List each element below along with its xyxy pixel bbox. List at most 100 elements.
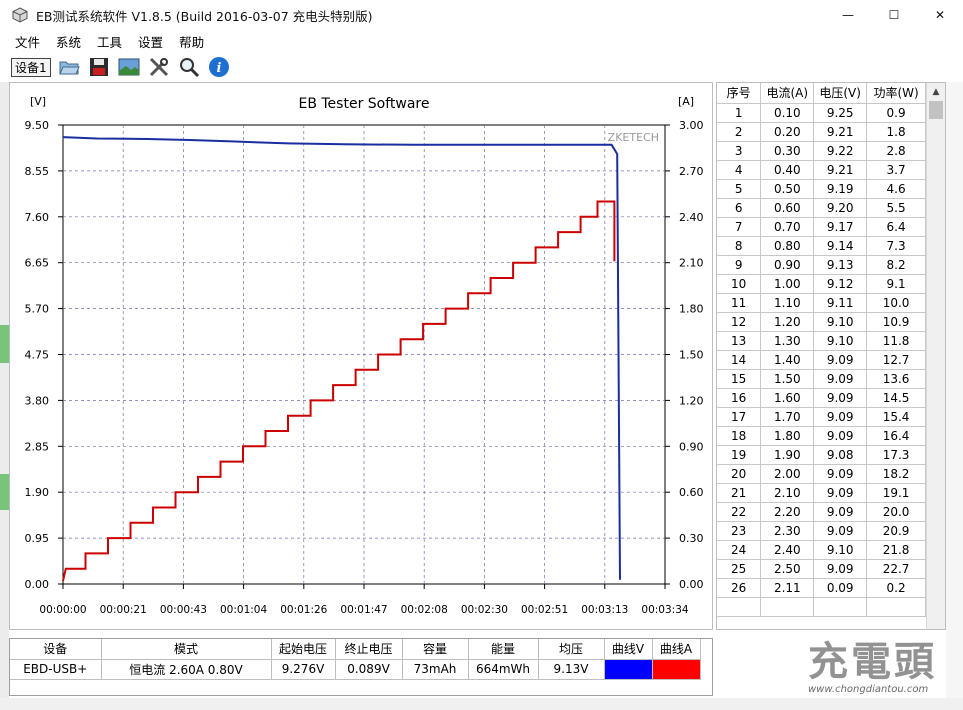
table-row[interactable]: 22 2.20 9.09 20.0 bbox=[717, 502, 926, 522]
x-tick-label: 00:02:30 bbox=[461, 604, 508, 616]
y-right-tick-label: 2.40 bbox=[679, 211, 704, 224]
cell-current: 0.20 bbox=[760, 122, 815, 142]
cell-index: 1 bbox=[717, 103, 762, 123]
cell-current: 0.80 bbox=[760, 236, 815, 256]
summary-header-avg-voltage: 均压 bbox=[538, 639, 605, 660]
watermark-logo: 充電頭 www.chongdiantou.com bbox=[808, 640, 958, 700]
table-row[interactable]: 18 1.80 9.09 16.4 bbox=[717, 426, 926, 446]
image-icon[interactable] bbox=[117, 55, 141, 79]
zoom-icon[interactable] bbox=[177, 55, 201, 79]
cell-power: 19.1 bbox=[866, 483, 926, 503]
table-row[interactable]: 2 0.20 9.21 1.8 bbox=[717, 122, 926, 142]
cell-voltage: 9.09 bbox=[813, 559, 868, 579]
cell-current: 1.00 bbox=[760, 274, 815, 294]
cell-power: 1.8 bbox=[866, 122, 926, 142]
toolbar: 设备1 i bbox=[0, 52, 963, 82]
cell-current: 2.30 bbox=[760, 521, 815, 541]
summary-start-voltage: 9.276V bbox=[271, 659, 336, 680]
table-row[interactable]: 16 1.60 9.09 14.5 bbox=[717, 388, 926, 408]
y-right-tick-label: 2.70 bbox=[679, 165, 704, 178]
close-button[interactable]: ✕ bbox=[917, 0, 963, 30]
left-edge-strip bbox=[0, 82, 9, 710]
y-right-tick-label: 0.30 bbox=[679, 532, 704, 545]
table-row[interactable]: 1 0.10 9.25 0.9 bbox=[717, 103, 926, 123]
cell-current: 1.90 bbox=[760, 445, 815, 465]
scroll-thumb[interactable] bbox=[929, 101, 943, 119]
table-row[interactable]: 14 1.40 9.09 12.7 bbox=[717, 350, 926, 370]
cell-index: 25 bbox=[717, 559, 762, 579]
table-row[interactable]: 11 1.10 9.11 10.0 bbox=[717, 293, 926, 313]
cell-power: 0.9 bbox=[866, 103, 926, 123]
summary-panel: 设备 模式 起始电压 终止电压 容量 能量 均压 曲线V 曲线A EBD-USB… bbox=[9, 638, 713, 696]
summary-header-device: 设备 bbox=[10, 639, 102, 660]
table-row[interactable]: 10 1.00 9.12 9.1 bbox=[717, 274, 926, 294]
cell-voltage: 9.10 bbox=[813, 331, 868, 351]
table-row[interactable]: 15 1.50 9.09 13.6 bbox=[717, 369, 926, 389]
maximize-button[interactable]: ☐ bbox=[871, 0, 917, 30]
summary-header-energy: 能量 bbox=[468, 639, 539, 660]
table-row[interactable]: 24 2.40 9.10 21.8 bbox=[717, 540, 926, 560]
minimize-button[interactable]: — bbox=[825, 0, 871, 30]
table-row[interactable]: 23 2.30 9.09 20.9 bbox=[717, 521, 926, 541]
menu-settings[interactable]: 设置 bbox=[131, 32, 170, 51]
table-row[interactable]: 17 1.70 9.09 15.4 bbox=[717, 407, 926, 427]
svg-text:i: i bbox=[216, 61, 221, 76]
menu-file[interactable]: 文件 bbox=[8, 32, 47, 51]
info-icon[interactable]: i bbox=[207, 55, 231, 79]
cell-voltage: 9.09 bbox=[813, 464, 868, 484]
cell-voltage: 9.21 bbox=[813, 160, 868, 180]
open-folder-icon[interactable] bbox=[57, 55, 81, 79]
save-disk-icon[interactable] bbox=[87, 55, 111, 79]
cell-index: 17 bbox=[717, 407, 762, 427]
col-header-current[interactable]: 电流(A) bbox=[760, 83, 815, 104]
scroll-up-arrow-icon[interactable]: ▲ bbox=[927, 83, 945, 100]
cell-voltage: 0.09 bbox=[813, 578, 868, 598]
curve-v-color-swatch[interactable] bbox=[604, 659, 653, 680]
table-row[interactable]: 9 0.90 9.13 8.2 bbox=[717, 255, 926, 275]
x-tick-label: 00:03:13 bbox=[581, 604, 628, 616]
table-row[interactable]: 12 1.20 9.10 10.9 bbox=[717, 312, 926, 332]
cell-power: 21.8 bbox=[866, 540, 926, 560]
cell-index: 20 bbox=[717, 464, 762, 484]
cell-current: 2.50 bbox=[760, 559, 815, 579]
cell-power: 11.8 bbox=[866, 331, 926, 351]
table-row[interactable]: 7 0.70 9.17 6.4 bbox=[717, 217, 926, 237]
cell-index: 8 bbox=[717, 236, 762, 256]
col-header-index[interactable]: 序号 bbox=[717, 83, 762, 104]
table-row[interactable]: 6 0.60 9.20 5.5 bbox=[717, 198, 926, 218]
summary-mode: 恒电流 2.60A 0.80V bbox=[101, 659, 272, 680]
table-row[interactable]: 4 0.40 9.21 3.7 bbox=[717, 160, 926, 180]
table-row[interactable]: 21 2.10 9.09 19.1 bbox=[717, 483, 926, 503]
cell-voltage: 9.09 bbox=[813, 407, 868, 427]
menu-system[interactable]: 系统 bbox=[49, 32, 88, 51]
cell-index: 18 bbox=[717, 426, 762, 446]
cell-power: 12.7 bbox=[866, 350, 926, 370]
cell-index: 16 bbox=[717, 388, 762, 408]
cell-current: 1.30 bbox=[760, 331, 815, 351]
table-row[interactable]: 19 1.90 9.08 17.3 bbox=[717, 445, 926, 465]
table-row[interactable]: 8 0.80 9.14 7.3 bbox=[717, 236, 926, 256]
table-row[interactable]: 5 0.50 9.19 4.6 bbox=[717, 179, 926, 199]
table-row[interactable]: 20 2.00 9.09 18.2 bbox=[717, 464, 926, 484]
cell-index: 6 bbox=[717, 198, 762, 218]
tools-icon[interactable] bbox=[147, 55, 171, 79]
col-header-voltage[interactable]: 电压(V) bbox=[813, 83, 868, 104]
curve-a-color-swatch[interactable] bbox=[652, 659, 701, 680]
table-row[interactable]: 3 0.30 9.22 2.8 bbox=[717, 141, 926, 161]
y-right-tick-label: 0.60 bbox=[679, 486, 704, 499]
device-tab[interactable]: 设备1 bbox=[11, 57, 51, 77]
menu-help[interactable]: 帮助 bbox=[172, 32, 211, 51]
table-row[interactable]: 25 2.50 9.09 22.7 bbox=[717, 559, 926, 579]
cell-current: 2.11 bbox=[760, 578, 815, 598]
x-tick-label: 00:01:04 bbox=[220, 604, 267, 616]
cell-current: 0.40 bbox=[760, 160, 815, 180]
col-header-power[interactable]: 功率(W) bbox=[866, 83, 926, 104]
table-row[interactable]: 13 1.30 9.10 11.8 bbox=[717, 331, 926, 351]
y-right-tick-label: 0.00 bbox=[679, 578, 704, 591]
table-row[interactable]: 26 2.11 0.09 0.2 bbox=[717, 578, 926, 598]
y-right-tick-label: 1.80 bbox=[679, 303, 704, 316]
records-scrollbar[interactable]: ▲ bbox=[926, 83, 945, 629]
menu-tools[interactable]: 工具 bbox=[90, 32, 129, 51]
cell-index: 3 bbox=[717, 141, 762, 161]
records-table: 序号 电流(A) 电压(V) 功率(W) 1 0.10 9.25 0.9 2 0.20 9.… bbox=[717, 83, 926, 617]
